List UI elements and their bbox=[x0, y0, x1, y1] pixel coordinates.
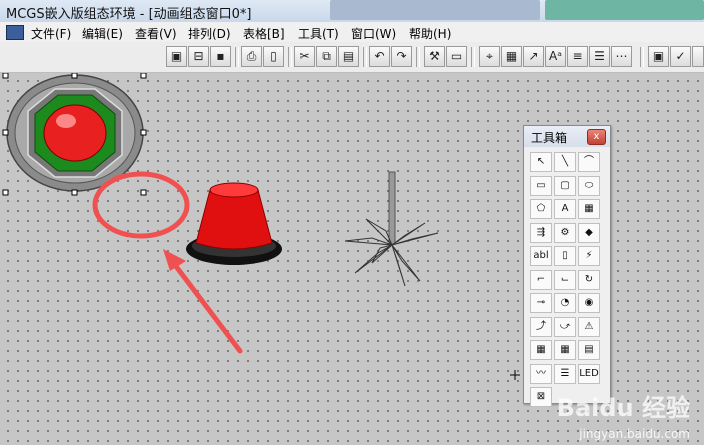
print-icon[interactable]: ⎙ bbox=[241, 46, 262, 67]
history-curve-tool[interactable]: ⤻ bbox=[554, 316, 576, 337]
input-tool[interactable]: ⊸ bbox=[530, 293, 552, 313]
align-left-icon[interactable]: ≡ bbox=[567, 46, 588, 67]
window-icon[interactable]: ▣ bbox=[166, 46, 187, 67]
trend-tool[interactable]: 〰 bbox=[530, 363, 552, 384]
arc-tool[interactable]: ⌒ bbox=[578, 152, 600, 172]
blurred-tab-2 bbox=[545, 0, 704, 20]
button-tool[interactable]: ⚡ bbox=[578, 246, 600, 266]
tools-icon[interactable]: ⚒ bbox=[424, 46, 445, 67]
align-center-icon[interactable]: ☰ bbox=[589, 46, 610, 67]
led-tool[interactable]: LED bbox=[578, 363, 600, 384]
menu-edit[interactable]: 编辑(E) bbox=[82, 25, 123, 42]
rotate-tool[interactable]: ↻ bbox=[578, 269, 600, 290]
indicator-lamp[interactable] bbox=[6, 74, 144, 192]
toolbar: ▣ ⊟ ▪ ⎙ ▯ ✂ ⧉ ▤ ↶ ↷ ⚒ ▭ ⌖ ▦ ↗ Aᵃ ≡ ☰ ⋯ ▣… bbox=[0, 42, 704, 73]
align-icon[interactable]: ↗ bbox=[523, 46, 544, 67]
report-tool[interactable]: ▤ bbox=[578, 340, 600, 360]
menu-view[interactable]: 查看(V) bbox=[135, 25, 177, 42]
checklist-icon[interactable]: ▣ bbox=[648, 46, 669, 67]
pointer-tool[interactable]: ↖ bbox=[530, 152, 552, 172]
paste-icon[interactable]: ▤ bbox=[338, 46, 359, 67]
undo-icon[interactable]: ↶ bbox=[369, 46, 390, 67]
red-push-button[interactable] bbox=[186, 182, 282, 265]
picture-tool[interactable]: ⊠ bbox=[530, 387, 552, 407]
title-bar: MCGS嵌入版组态环境 - [动画组态窗口0*] bbox=[0, 0, 704, 23]
menu-window[interactable]: 窗口(W) bbox=[351, 25, 396, 42]
blurred-tab bbox=[330, 0, 540, 20]
property-icon[interactable]: ▭ bbox=[446, 46, 467, 67]
toolbox-title: 工具箱 bbox=[531, 131, 568, 145]
font-icon[interactable]: Aᵃ bbox=[545, 46, 566, 67]
check-icon[interactable]: ✓ bbox=[670, 46, 691, 67]
save-icon[interactable]: ▪ bbox=[210, 46, 231, 67]
bitmap-tool[interactable]: ▦ bbox=[578, 199, 600, 219]
toggle-icon[interactable]: ⊟ bbox=[188, 46, 209, 67]
menu-table[interactable]: 表格[B] bbox=[243, 25, 285, 42]
redo-icon[interactable]: ↷ bbox=[391, 46, 412, 67]
list-tool[interactable]: ☰ bbox=[554, 363, 576, 384]
menu-bar: 文件(F) 编辑(E) 查看(V) 排列(D) 表格[B] 工具(T) 窗口(W… bbox=[0, 22, 704, 43]
clock-tool[interactable]: ◔ bbox=[554, 293, 576, 313]
step-line-tool[interactable]: ⌐ bbox=[530, 269, 552, 290]
print-preview-icon[interactable]: ▯ bbox=[263, 46, 284, 67]
watermark-brand: Baidu 经验 bbox=[556, 394, 690, 422]
app-system-icon[interactable] bbox=[6, 25, 24, 40]
line-tool[interactable]: ╲ bbox=[554, 152, 576, 172]
text-tool[interactable]: A bbox=[554, 199, 576, 219]
more-icon[interactable] bbox=[692, 46, 704, 67]
indicator-tool[interactable]: ◉ bbox=[578, 293, 600, 313]
flowline-tool[interactable]: ⇶ bbox=[530, 222, 552, 243]
element-tool[interactable]: ◆ bbox=[578, 222, 600, 243]
toolbox-title-bar[interactable]: 工具箱 x bbox=[524, 126, 610, 147]
label-tool[interactable]: abl bbox=[530, 246, 552, 266]
menu-arrange[interactable]: 排列(D) bbox=[188, 25, 231, 42]
menu-file[interactable]: 文件(F) bbox=[31, 25, 71, 42]
grid-table-tool[interactable]: ▦ bbox=[554, 340, 576, 360]
connector-tool[interactable]: ⚙ bbox=[554, 222, 576, 243]
bitmap-icon[interactable]: ▦ bbox=[501, 46, 522, 67]
cut-icon[interactable]: ✂ bbox=[294, 46, 315, 67]
watermark-url: jingyan.baidu.com bbox=[579, 427, 690, 441]
rectangle-tool[interactable]: ▭ bbox=[530, 175, 552, 196]
breakline-tool[interactable]: ⌙ bbox=[554, 269, 576, 290]
ellipse-tool[interactable]: ⬭ bbox=[578, 175, 600, 196]
annotation-circle bbox=[92, 171, 190, 239]
copy-icon[interactable]: ⧉ bbox=[316, 46, 337, 67]
curve-tool[interactable]: ⤴ bbox=[530, 316, 552, 337]
table-tool[interactable]: ▦ bbox=[530, 340, 552, 360]
slider-tool[interactable]: ▯ bbox=[554, 246, 576, 266]
object-icon[interactable]: ⌖ bbox=[479, 46, 500, 67]
grid-icon[interactable]: ⋯ bbox=[611, 46, 632, 67]
annotation-arrow bbox=[169, 258, 243, 354]
alarm-tool[interactable]: ⚠ bbox=[578, 316, 600, 337]
close-icon[interactable]: x bbox=[587, 129, 606, 145]
menu-help[interactable]: 帮助(H) bbox=[409, 25, 451, 42]
drawing-canvas[interactable]: 工具箱 x ↖ ╲ ⌒ ▭ ▢ ⬭ ⬠ A ▦ ⇶ ⚙ ◆ abl ▯ ⚡ ⌐ ⌙ ↻ ⊸ ◔ ◉ ⤴ ⤻ ⚠ ▦ ▦ ▤ 〰 ☰ LED… bbox=[0, 73, 704, 445]
polygon-tool[interactable]: ⬠ bbox=[530, 199, 552, 219]
menu-tools[interactable]: 工具(T) bbox=[298, 25, 339, 42]
rounded-rect-tool[interactable]: ▢ bbox=[554, 175, 576, 196]
window-title: MCGS嵌入版组态环境 - [动画组态窗口0*] bbox=[6, 7, 252, 22]
stirrer-fan[interactable] bbox=[344, 171, 439, 287]
toolbox-panel: 工具箱 x ↖ ╲ ⌒ ▭ ▢ ⬭ ⬠ A ▦ ⇶ ⚙ ◆ abl ▯ ⚡ ⌐ ⌙ ↻ ⊸ ◔ ◉ ⤴ ⤻ ⚠ ▦ ▦ ▤ 〰 ☰ LED… bbox=[523, 125, 611, 407]
